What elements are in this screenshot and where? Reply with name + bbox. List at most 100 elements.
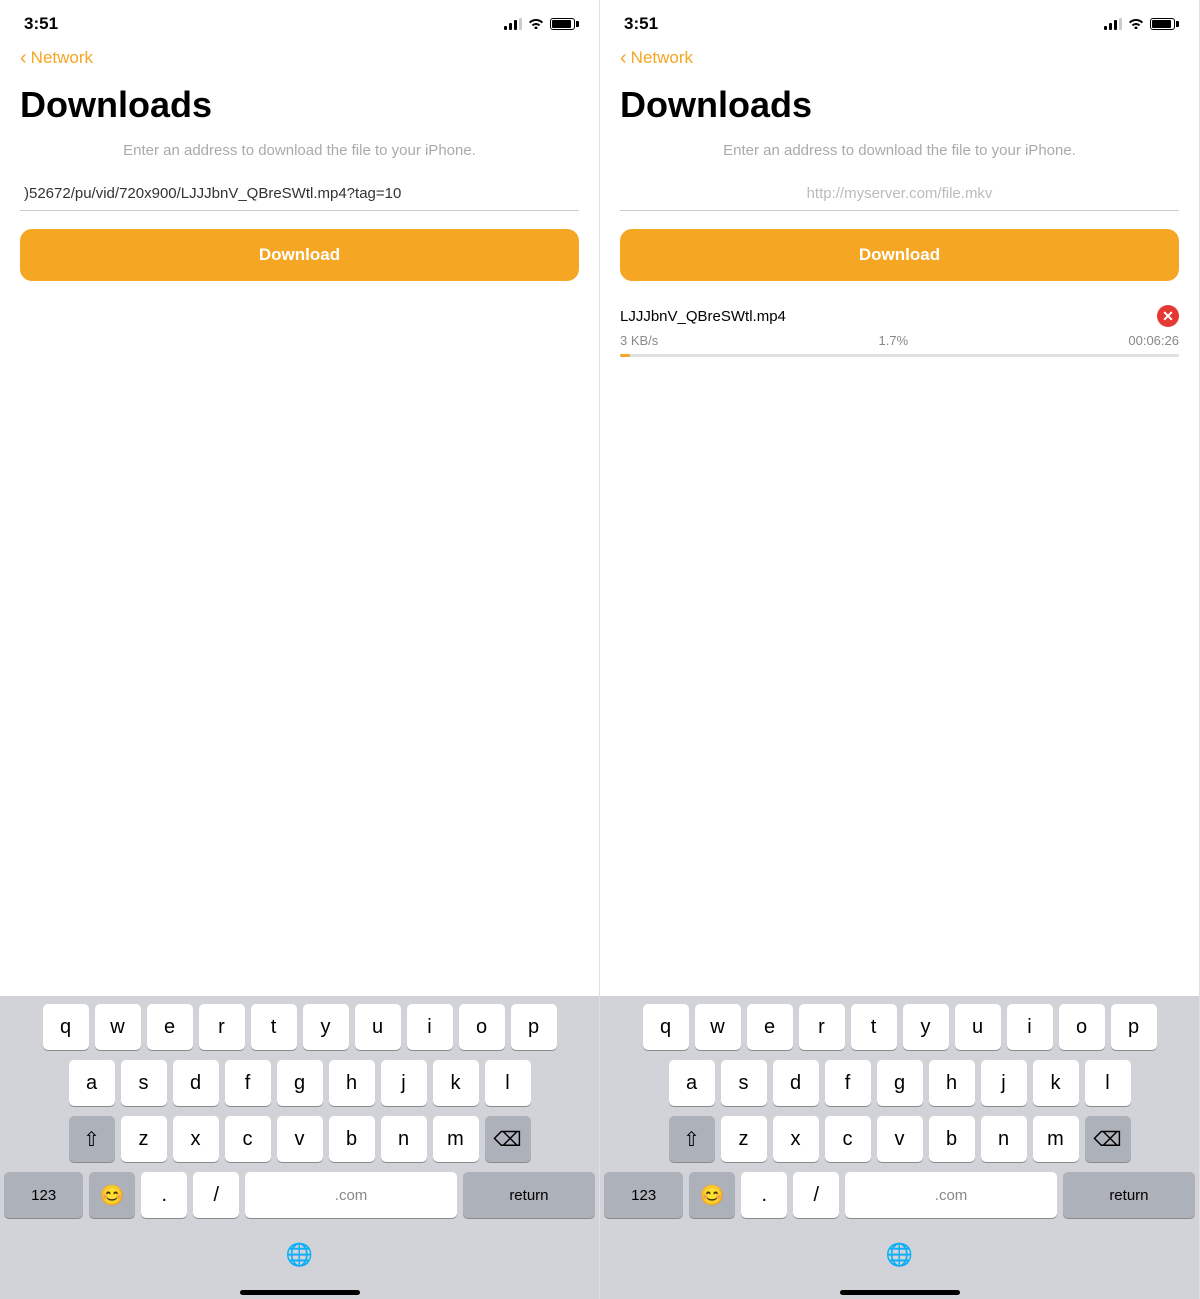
key-p-left[interactable]: p (511, 1004, 557, 1050)
globe-key-left[interactable]: 🌐 (277, 1232, 323, 1278)
download-button-left[interactable]: Download (20, 229, 579, 281)
back-label-left: Network (31, 48, 93, 68)
key-l-right[interactable]: l (1085, 1060, 1131, 1106)
key-s-left[interactable]: s (121, 1060, 167, 1106)
key-emoji-left[interactable]: 😊 (89, 1172, 135, 1218)
url-input-right[interactable] (620, 177, 1179, 211)
status-bar-right: 3:51 (600, 0, 1199, 44)
key-b-left[interactable]: b (329, 1116, 375, 1162)
key-d-right[interactable]: d (773, 1060, 819, 1106)
key-l-left[interactable]: l (485, 1060, 531, 1106)
key-return-right[interactable]: return (1063, 1172, 1195, 1218)
key-period-right[interactable]: . (741, 1172, 787, 1218)
key-p-right[interactable]: p (1111, 1004, 1157, 1050)
key-i-left[interactable]: i (407, 1004, 453, 1050)
download-button-right[interactable]: Download (620, 229, 1179, 281)
key-return-left[interactable]: return (463, 1172, 595, 1218)
key-r-right[interactable]: r (799, 1004, 845, 1050)
key-w-left[interactable]: w (95, 1004, 141, 1050)
key-h-left[interactable]: h (329, 1060, 375, 1106)
key-k-left[interactable]: k (433, 1060, 479, 1106)
key-a-left[interactable]: a (69, 1060, 115, 1106)
keyboard-bottom-left: 🌐 (4, 1228, 595, 1286)
back-button-right[interactable]: ‹ Network (620, 48, 1179, 68)
shift-key-right[interactable]: ⇧ (669, 1116, 715, 1162)
back-label-right: Network (631, 48, 693, 68)
key-h-right[interactable]: h (929, 1060, 975, 1106)
cancel-download-button[interactable]: ✕ (1157, 305, 1179, 327)
status-bar-left: 3:51 (0, 0, 599, 44)
key-row-1-left: q w e r t y u i o p (4, 1004, 595, 1050)
key-t-left[interactable]: t (251, 1004, 297, 1050)
key-dotcom-left[interactable]: .com (245, 1172, 457, 1218)
key-period-left[interactable]: . (141, 1172, 187, 1218)
backspace-key-left[interactable]: ⌫ (485, 1116, 531, 1162)
key-s-right[interactable]: s (721, 1060, 767, 1106)
key-z-right[interactable]: z (721, 1116, 767, 1162)
download-item-header: LJJJbnV_QBreSWtl.mp4 ✕ (620, 305, 1179, 327)
chevron-left-icon-right: ‹ (620, 48, 627, 68)
key-m-left[interactable]: m (433, 1116, 479, 1162)
key-g-right[interactable]: g (877, 1060, 923, 1106)
key-n-left[interactable]: n (381, 1116, 427, 1162)
key-e-left[interactable]: e (147, 1004, 193, 1050)
key-q-left[interactable]: q (43, 1004, 89, 1050)
key-j-right[interactable]: j (981, 1060, 1027, 1106)
key-z-left[interactable]: z (121, 1116, 167, 1162)
key-t-right[interactable]: t (851, 1004, 897, 1050)
download-time-remaining: 00:06:26 (1128, 333, 1179, 348)
key-x-right[interactable]: x (773, 1116, 819, 1162)
home-indicator-right (840, 1290, 960, 1295)
key-row-4-left: 123 😊 . / .com return (4, 1172, 595, 1218)
keyboard-bottom-right: 🌐 (604, 1228, 1195, 1286)
key-emoji-right[interactable]: 😊 (689, 1172, 735, 1218)
key-i-right[interactable]: i (1007, 1004, 1053, 1050)
url-input-left[interactable] (20, 177, 579, 211)
key-k-right[interactable]: k (1033, 1060, 1079, 1106)
page-title-right: Downloads (620, 84, 1179, 126)
key-w-right[interactable]: w (695, 1004, 741, 1050)
status-icons-right (1104, 17, 1175, 32)
shift-key-left[interactable]: ⇧ (69, 1116, 115, 1162)
key-b-right[interactable]: b (929, 1116, 975, 1162)
backspace-key-right[interactable]: ⌫ (1085, 1116, 1131, 1162)
key-m-right[interactable]: m (1033, 1116, 1079, 1162)
key-slash-right[interactable]: / (793, 1172, 839, 1218)
key-a-right[interactable]: a (669, 1060, 715, 1106)
key-o-right[interactable]: o (1059, 1004, 1105, 1050)
key-f-right[interactable]: f (825, 1060, 871, 1106)
key-dotcom-right[interactable]: .com (845, 1172, 1057, 1218)
key-row-3-right: ⇧ z x c v b n m ⌫ (604, 1116, 1195, 1162)
key-u-left[interactable]: u (355, 1004, 401, 1050)
key-123-left[interactable]: 123 (4, 1172, 83, 1218)
key-o-left[interactable]: o (459, 1004, 505, 1050)
signal-icon-right (1104, 18, 1122, 30)
key-v-left[interactable]: v (277, 1116, 323, 1162)
cancel-icon: ✕ (1162, 308, 1174, 325)
key-n-right[interactable]: n (981, 1116, 1027, 1162)
key-j-left[interactable]: j (381, 1060, 427, 1106)
key-g-left[interactable]: g (277, 1060, 323, 1106)
globe-key-right[interactable]: 🌐 (877, 1232, 923, 1278)
back-button-left[interactable]: ‹ Network (20, 48, 579, 68)
key-y-right[interactable]: y (903, 1004, 949, 1050)
key-v-right[interactable]: v (877, 1116, 923, 1162)
key-r-left[interactable]: r (199, 1004, 245, 1050)
key-c-left[interactable]: c (225, 1116, 271, 1162)
download-stats: 3 KB/s 1.7% 00:06:26 (620, 333, 1179, 348)
wifi-icon-right (1128, 17, 1144, 32)
key-x-left[interactable]: x (173, 1116, 219, 1162)
key-e-right[interactable]: e (747, 1004, 793, 1050)
key-y-left[interactable]: y (303, 1004, 349, 1050)
download-filename: LJJJbnV_QBreSWtl.mp4 (620, 308, 786, 325)
right-panel: 3:51 ‹ Network Downloads Enter an addres… (600, 0, 1200, 1299)
key-c-right[interactable]: c (825, 1116, 871, 1162)
key-d-left[interactable]: d (173, 1060, 219, 1106)
key-123-right[interactable]: 123 (604, 1172, 683, 1218)
key-q-right[interactable]: q (643, 1004, 689, 1050)
key-slash-left[interactable]: / (193, 1172, 239, 1218)
status-time-left: 3:51 (24, 14, 58, 34)
nav-bar-right: ‹ Network (600, 44, 1199, 76)
key-f-left[interactable]: f (225, 1060, 271, 1106)
key-u-right[interactable]: u (955, 1004, 1001, 1050)
